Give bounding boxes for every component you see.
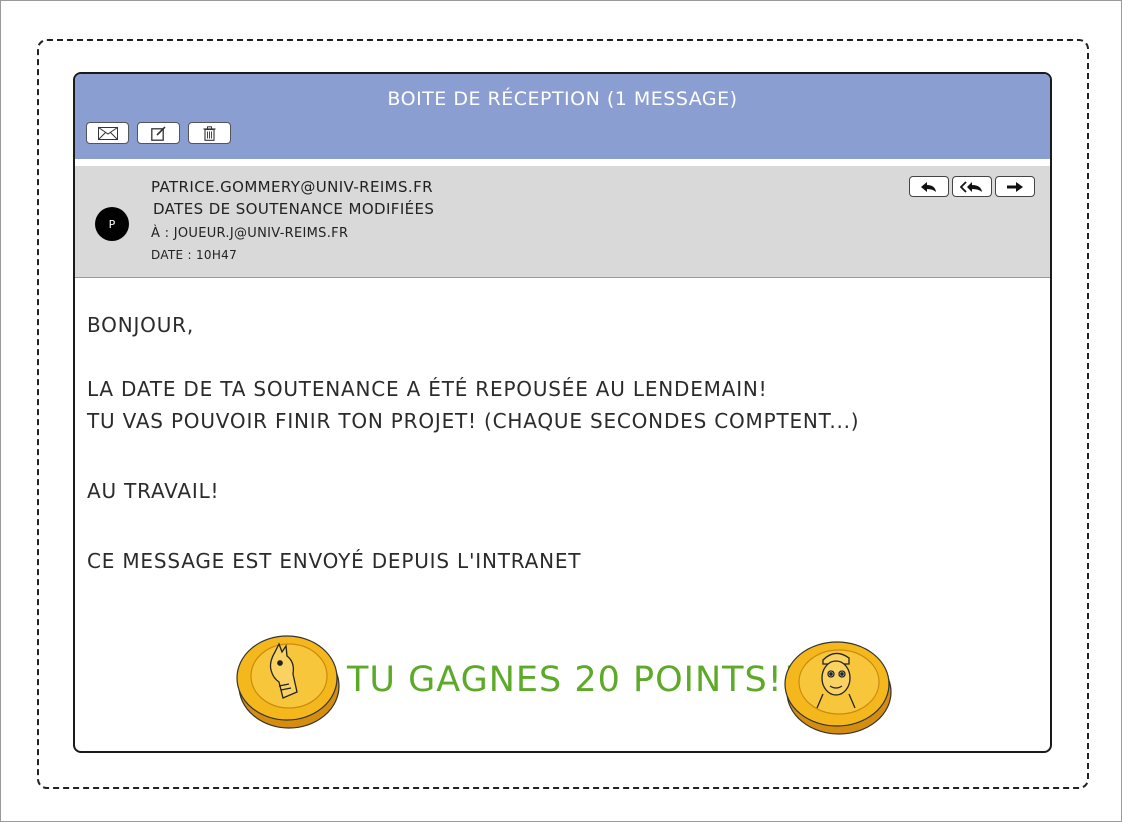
- message-body: Bonjour, La date de ta soutenance a été …: [87, 309, 1027, 577]
- compose-icon: [151, 125, 166, 141]
- reply-all-icon: [960, 180, 982, 193]
- message-header: P patrice.gommery@univ-reims.fr Dates de…: [75, 166, 1050, 278]
- toolbar: [86, 122, 231, 144]
- body-line: Tu vas pouvoir finir ton projet! (Chaque…: [87, 409, 860, 433]
- window-title: Boite de réception (1 message): [387, 88, 738, 110]
- face-coin-icon: [784, 641, 892, 735]
- reply-icon: [921, 181, 936, 192]
- compose-button[interactable]: [137, 122, 180, 144]
- recipient-address: À : joueur.j@univ-reims.fr: [151, 226, 349, 241]
- titlebar: Boite de réception (1 message): [75, 74, 1050, 159]
- body-greeting: Bonjour,: [87, 313, 195, 337]
- message-date: Date : 10h47: [151, 248, 238, 262]
- body-line: La date de ta soutenance a été repousée …: [87, 377, 768, 401]
- page: Boite de réception (1 message): [0, 0, 1122, 822]
- message-subject: Dates de soutenance modifiées: [153, 200, 435, 218]
- body-line: Au travail!: [87, 479, 220, 503]
- body-signature: Ce message est envoyé depuis l'intranet: [87, 549, 582, 573]
- mail-window: Boite de réception (1 message): [73, 72, 1052, 753]
- message-actions: [909, 176, 1035, 197]
- avatar: P: [95, 207, 129, 241]
- reply-all-button[interactable]: [952, 176, 992, 197]
- sender-address: patrice.gommery@univ-reims.fr: [151, 178, 433, 196]
- separator: [75, 159, 1050, 166]
- message-meta: patrice.gommery@univ-reims.fr Dates de s…: [151, 178, 434, 262]
- reward-banner: Tu gagnes 20 points!!: [235, 632, 895, 735]
- llama-coin-icon: [236, 635, 340, 729]
- reward-text: Tu gagnes 20 points!!: [347, 660, 798, 700]
- delete-button[interactable]: [188, 122, 231, 144]
- inbox-button[interactable]: [86, 122, 129, 144]
- reply-button[interactable]: [909, 176, 949, 197]
- forward-icon: [1007, 181, 1023, 192]
- forward-button[interactable]: [995, 176, 1035, 197]
- envelope-icon: [97, 126, 118, 140]
- trash-icon: [203, 125, 216, 141]
